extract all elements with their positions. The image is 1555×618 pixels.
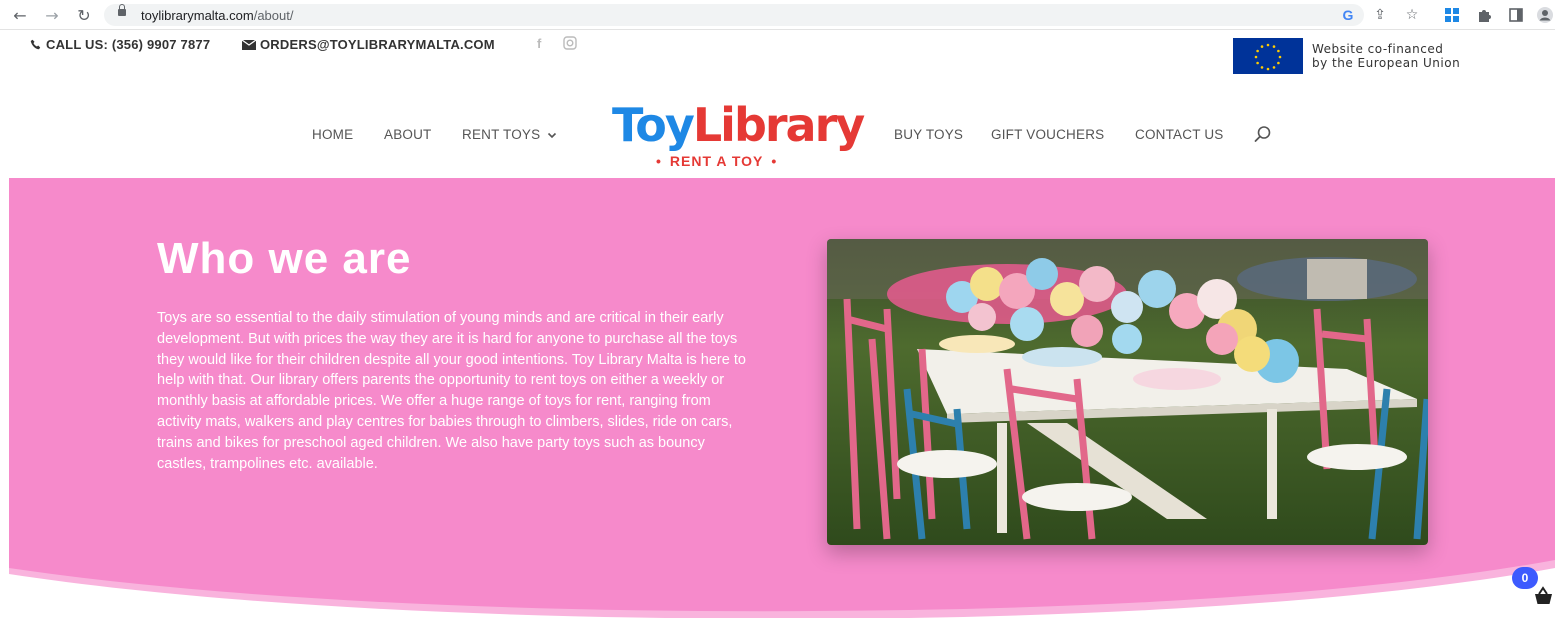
search-icon[interactable]	[1254, 125, 1272, 143]
extensions-puzzle-icon[interactable]	[1475, 6, 1493, 24]
back-icon[interactable]: ←	[10, 5, 30, 25]
email-link[interactable]: ORDERS@TOYLIBRARYMALTA.COM	[242, 37, 495, 52]
nav-rent-toys-label: RENT TOYS	[462, 127, 541, 142]
google-icon[interactable]: G	[1339, 6, 1357, 24]
nav-contact-us[interactable]: CONTACT US	[1135, 127, 1224, 142]
hero-title: Who we are	[157, 234, 412, 283]
email-text: ORDERS@TOYLIBRARYMALTA.COM	[260, 37, 495, 52]
toy-library-logo[interactable]: ToyLibrary • RENT A TOY •	[612, 98, 865, 172]
bookmark-star-icon[interactable]: ☆	[1403, 6, 1421, 24]
hero-bottom-wave	[9, 560, 1555, 618]
logo-subtitle: • RENT A TOY •	[656, 153, 777, 169]
url-text[interactable]: toylibrarymalta.com/about/	[141, 8, 293, 23]
eu-text-line1: Website co-financed	[1312, 42, 1444, 56]
profile-avatar-icon[interactable]	[1536, 6, 1554, 24]
side-panel-icon[interactable]	[1507, 6, 1525, 24]
eu-cofinanced-text: Website co-financed by the European Unio…	[1312, 42, 1460, 70]
nav-rent-toys[interactable]: RENT TOYS	[462, 127, 557, 142]
share-icon[interactable]: ⇪	[1371, 6, 1389, 24]
shopping-basket-icon[interactable]	[1532, 585, 1555, 607]
envelope-icon	[242, 39, 256, 50]
phone-link[interactable]: CALL US: (356) 9907 7877	[30, 37, 210, 52]
forward-icon[interactable]: →	[42, 5, 62, 25]
phone-icon	[30, 39, 41, 49]
phone-text: CALL US: (356) 9907 7877	[46, 37, 211, 52]
hero-section: Who we are Toys are so essential to the …	[9, 178, 1555, 618]
logo-title: ToyLibrary	[612, 98, 865, 152]
extension-windows-icon[interactable]	[1443, 6, 1461, 24]
eu-text-line2: by the European Union	[1312, 56, 1461, 70]
nav-about[interactable]: ABOUT	[384, 127, 432, 142]
chevron-down-icon	[548, 132, 557, 139]
lock-icon[interactable]	[118, 4, 126, 16]
logo-title-toy: Toy	[612, 98, 695, 152]
facebook-icon[interactable]: f	[537, 36, 541, 51]
party-table-image	[827, 239, 1428, 545]
eu-flag-icon	[1233, 38, 1303, 74]
logo-dot-left: •	[656, 153, 662, 169]
nav-buy-toys[interactable]: BUY TOYS	[894, 127, 963, 142]
nav-home[interactable]: HOME	[312, 127, 353, 142]
reload-icon[interactable]: ↻	[74, 5, 94, 25]
hero-paragraph: Toys are so essential to the daily stimu…	[157, 310, 746, 472]
instagram-icon[interactable]	[563, 36, 577, 53]
browser-toolbar: ← → ↻ toylibrarymalta.com/about/ G ⇪ ☆	[0, 0, 1555, 30]
logo-subtitle-text: RENT A TOY	[669, 153, 764, 169]
logo-title-library: Library	[692, 98, 865, 152]
nav-gift-vouchers[interactable]: GIFT VOUCHERS	[991, 127, 1104, 142]
logo-dot-right: •	[771, 153, 778, 169]
